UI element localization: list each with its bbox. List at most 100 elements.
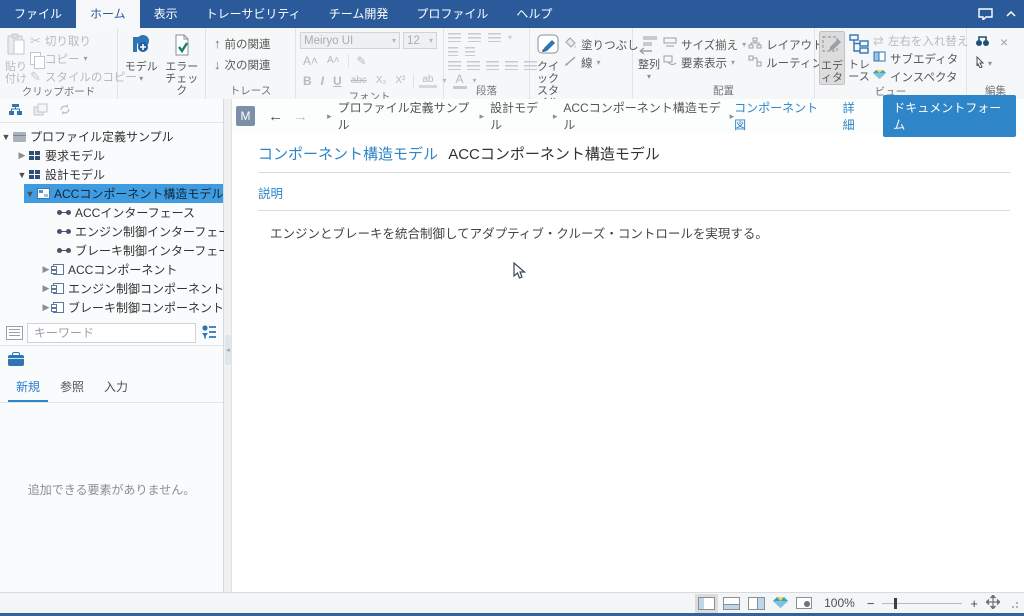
resize-grip[interactable]: [1008, 598, 1018, 608]
document-form-button[interactable]: ドキュメントフォーム: [883, 95, 1016, 137]
chevron-down-icon: ▾: [84, 54, 88, 63]
close-subeditor-icon[interactable]: [796, 597, 812, 609]
increase-indent-icon[interactable]: [465, 47, 475, 56]
tree-item-engine-interface[interactable]: エンジン制御インターフェース: [0, 222, 223, 241]
feedback-icon[interactable]: [972, 0, 998, 28]
zoom-slider[interactable]: [882, 597, 962, 610]
copy-model-icon[interactable]: [33, 103, 48, 118]
vertical-split-button[interactable]: [748, 597, 765, 610]
model-name[interactable]: ACCコンポーネント構造モデル: [448, 146, 660, 163]
toolbox-icon[interactable]: [8, 355, 24, 366]
sub-editor-icon: [873, 51, 886, 66]
subscript-button[interactable]: X₂: [373, 75, 390, 86]
align-right-icon[interactable]: [486, 61, 499, 70]
zoom-slider-thumb[interactable]: [894, 598, 897, 609]
find-icon[interactable]: [975, 35, 990, 49]
align-left-icon[interactable]: [448, 61, 461, 70]
font-family-select[interactable]: Meiryo UI ▾: [300, 32, 400, 49]
align-center-icon[interactable]: [467, 61, 480, 70]
tab-view[interactable]: 表示: [140, 0, 192, 28]
swap-lr-button[interactable]: ⇄ 左右を入れ替え: [873, 33, 968, 48]
breadcrumb-item[interactable]: 設計モデル: [490, 99, 547, 133]
tree-item-brake-component[interactable]: ▶ ブレーキ制御コンポーネント: [0, 298, 223, 317]
bold-button[interactable]: B: [300, 74, 315, 88]
tab-home[interactable]: ホーム: [76, 0, 140, 28]
expander-icon: ▶: [16, 150, 28, 161]
model-button[interactable]: モデル ▾: [122, 31, 161, 83]
single-pane-button[interactable]: [698, 597, 715, 610]
trace-view-button[interactable]: トレース: [847, 31, 871, 83]
grow-font-button[interactable]: A˄: [300, 54, 321, 68]
tab-reference[interactable]: 参照: [52, 375, 92, 402]
tree-item-root[interactable]: ▼ プロファイル定義サンプル: [0, 127, 223, 146]
tab-help[interactable]: ヘルプ: [502, 0, 566, 28]
model-tree-icon[interactable]: [8, 103, 23, 118]
tab-traceability[interactable]: トレーサビリティ: [192, 0, 315, 28]
element-display-button[interactable]: 要素表示 ▾: [663, 55, 746, 70]
superscript-button[interactable]: X²: [392, 75, 408, 86]
clear-format-button[interactable]: ✎: [354, 54, 370, 68]
tree-item-design-model[interactable]: ▼ 設計モデル: [0, 165, 223, 184]
select-cursor-icon[interactable]: [975, 56, 985, 70]
bullet-list-icon[interactable]: [448, 33, 461, 42]
zoom-out-button[interactable]: −: [867, 596, 875, 611]
line-button[interactable]: 線 ▾: [564, 55, 639, 70]
back-button[interactable]: ←: [268, 108, 283, 125]
panel-splitter[interactable]: ◂: [224, 99, 232, 592]
breadcrumb-item[interactable]: ACCコンポーネント構造モデル: [563, 99, 723, 133]
tree-item-acc-component[interactable]: ▶ ACCコンポーネント: [0, 260, 223, 279]
inspector-toggle-icon[interactable]: [773, 596, 788, 611]
shrink-font-button[interactable]: A˄: [324, 55, 343, 66]
paste-button[interactable]: 貼り付け: [4, 31, 28, 85]
detail-link[interactable]: 詳細: [843, 99, 866, 133]
keyword-search-input[interactable]: [27, 323, 196, 343]
numbered-list-icon[interactable]: [468, 33, 481, 42]
error-check-button[interactable]: エラーチェック ▾: [163, 31, 202, 107]
page-title: コンポーネント構造モデル ACCコンポーネント構造モデル: [258, 143, 1010, 164]
tree-item-brake-interface[interactable]: ブレーキ制御インターフェース: [0, 241, 223, 260]
chevron-down-icon: ▾: [742, 40, 746, 49]
forward-button[interactable]: →: [293, 108, 308, 125]
decrease-indent-icon[interactable]: [448, 47, 458, 56]
tree-item-acc-structure-model[interactable]: ▼ ACCコンポーネント構造モデル: [0, 184, 223, 203]
size-align-button[interactable]: サイズ揃え ▾: [663, 37, 746, 52]
tree-item-engine-component[interactable]: ▶ エンジン制御コンポーネント: [0, 279, 223, 298]
strikethrough-button[interactable]: abc: [348, 75, 370, 86]
italic-button[interactable]: I: [318, 74, 327, 88]
inspector-icon: [873, 69, 886, 84]
pan-icon[interactable]: [986, 595, 1000, 611]
description-text[interactable]: エンジンとブレーキを統合制御してアダプティブ・クルーズ・コントロールを実現する。: [270, 223, 1010, 242]
editor-view-button[interactable]: エディタ: [819, 31, 845, 85]
component-diagram-link[interactable]: コンポーネント図: [734, 99, 824, 133]
collapse-ribbon-icon[interactable]: [998, 0, 1024, 28]
justify-icon[interactable]: [505, 61, 518, 70]
inspector-button[interactable]: インスペクタ: [873, 69, 968, 84]
tab-new[interactable]: 新規: [8, 375, 48, 402]
multilevel-list-icon[interactable]: [488, 33, 501, 42]
text-search-icon[interactable]: [6, 326, 23, 340]
tree-item-acc-interface[interactable]: ACCインターフェース: [0, 203, 223, 222]
sub-editor-button[interactable]: サブエディタ: [873, 51, 968, 66]
swap-icon: ⇄: [873, 33, 884, 49]
next-relation-button[interactable]: ↓ 次の関連: [214, 57, 271, 72]
arrow-up-icon: ↑: [214, 36, 221, 51]
horizontal-split-button[interactable]: [723, 597, 740, 610]
highlight-color-button[interactable]: ab: [419, 74, 436, 88]
breadcrumb-item[interactable]: プロファイル定義サンプル: [338, 99, 474, 133]
sync-icon[interactable]: [58, 103, 72, 118]
tab-input[interactable]: 入力: [96, 375, 136, 402]
line-icon: [564, 55, 577, 71]
collapse-panel-handle[interactable]: ◂: [225, 335, 231, 365]
font-size-select[interactable]: 12 ▾: [403, 32, 437, 49]
tab-team[interactable]: チーム開発: [315, 0, 403, 28]
tab-file[interactable]: ファイル: [0, 0, 76, 28]
delete-icon[interactable]: ×: [1000, 34, 1008, 50]
underline-button[interactable]: U: [330, 74, 345, 88]
fill-button[interactable]: 塗りつぶし: [564, 37, 639, 52]
tree-item-requirement-model[interactable]: ▶ 要求モデル: [0, 146, 223, 165]
zoom-in-button[interactable]: +: [970, 596, 978, 611]
filter-icon[interactable]: [200, 324, 217, 342]
align-button[interactable]: 整列 ▾: [637, 31, 661, 81]
prev-relation-button[interactable]: ↑ 前の関連: [214, 36, 271, 51]
tab-profile[interactable]: プロファイル: [402, 0, 502, 28]
